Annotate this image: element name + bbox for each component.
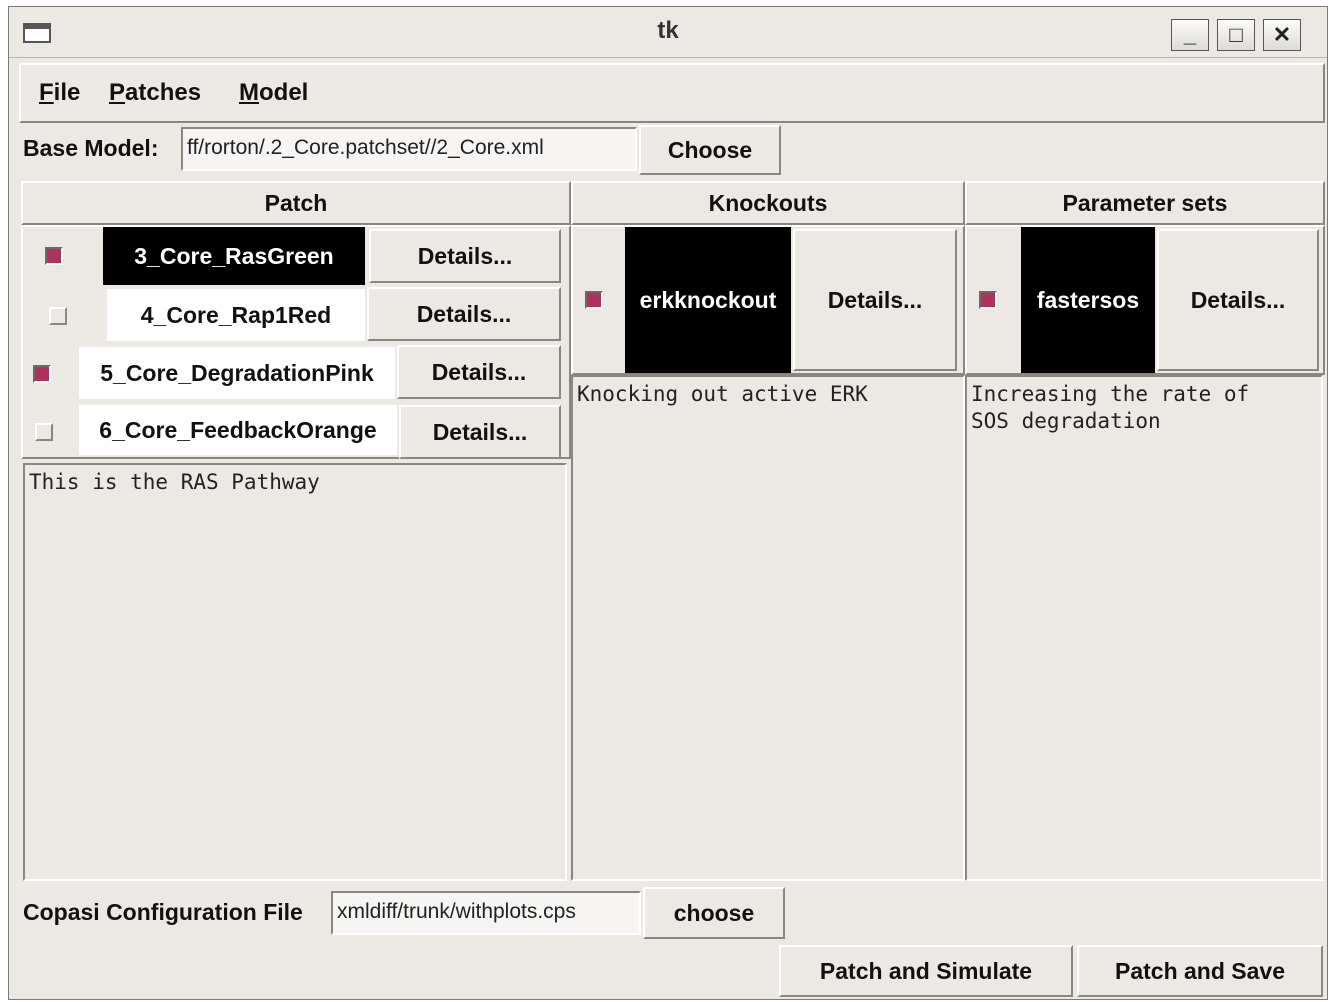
menu-file-label: ile <box>53 79 81 106</box>
parameter-set-checkbox[interactable] <box>979 291 997 309</box>
patch-column-header: Patch <box>21 181 571 225</box>
base-model-label: Base Model: <box>23 135 159 161</box>
patch-details-button[interactable]: Details... <box>369 229 561 283</box>
knockout-checkbox[interactable] <box>585 291 603 309</box>
copasi-config-field[interactable]: xmldiff/trunk/withplots.cps <box>331 891 641 935</box>
patch-and-simulate-button[interactable]: Patch and Simulate <box>779 945 1073 997</box>
patch-description-text[interactable]: This is the RAS Pathway <box>23 463 567 881</box>
menu-patches-label: atches <box>125 79 202 106</box>
patch-checkbox[interactable] <box>33 365 51 383</box>
menu-model[interactable]: Model <box>239 79 308 107</box>
patch-checkbox[interactable] <box>35 423 53 441</box>
menu-model-mnemonic: M <box>239 79 259 106</box>
patch-details-button[interactable]: Details... <box>367 287 561 341</box>
base-model-choose-button[interactable]: Choose <box>639 125 781 175</box>
base-model-field[interactable]: ff/rorton/.2_Core.patchset//2_Core.xml <box>181 127 637 171</box>
patch-name[interactable]: 3_Core_RasGreen <box>103 227 365 285</box>
parameter-set-details-button[interactable]: Details... <box>1157 229 1319 371</box>
patch-checkbox[interactable] <box>49 307 67 325</box>
menu-patches-mnemonic: P <box>109 79 126 106</box>
copasi-choose-button[interactable]: choose <box>643 887 785 939</box>
patch-details-button[interactable]: Details... <box>397 345 561 399</box>
menu-model-label: odel <box>259 79 309 106</box>
menu-bar: File Patches Model <box>19 63 1325 123</box>
title-bar: tk _ □ ✕ <box>9 7 1327 58</box>
patch-and-save-button[interactable]: Patch and Save <box>1077 945 1323 997</box>
menu-patches[interactable]: Patches <box>109 79 201 107</box>
parameter-sets-column-header: Parameter sets <box>965 181 1325 225</box>
knockouts-column-header: Knockouts <box>571 181 965 225</box>
patch-name[interactable]: 4_Core_Rap1Red <box>107 289 365 341</box>
knockout-details-button[interactable]: Details... <box>793 229 957 371</box>
copasi-config-label: Copasi Configuration File <box>23 899 303 925</box>
knockout-name[interactable]: erkknockout <box>625 227 791 373</box>
close-button[interactable]: ✕ <box>1263 19 1301 51</box>
maximize-button[interactable]: □ <box>1217 19 1255 51</box>
knockout-description-text[interactable]: Knocking out active ERK <box>571 375 965 881</box>
parameter-set-name[interactable]: fastersos <box>1021 227 1155 373</box>
patch-name[interactable]: 5_Core_DegradationPink <box>79 347 395 399</box>
menu-file-mnemonic: F <box>39 79 54 106</box>
window-title: tk <box>657 17 679 44</box>
main-window: tk _ □ ✕ File Patches Model Base Model: … <box>8 6 1328 1000</box>
patch-checkbox[interactable] <box>45 247 63 265</box>
minimize-button[interactable]: _ <box>1171 19 1209 51</box>
patch-details-button[interactable]: Details... <box>399 405 561 459</box>
parameter-set-description-text[interactable]: Increasing the rate of SOS degradation <box>965 375 1323 881</box>
patch-name[interactable]: 6_Core_FeedbackOrange <box>79 405 397 455</box>
menu-file[interactable]: File <box>39 79 80 107</box>
